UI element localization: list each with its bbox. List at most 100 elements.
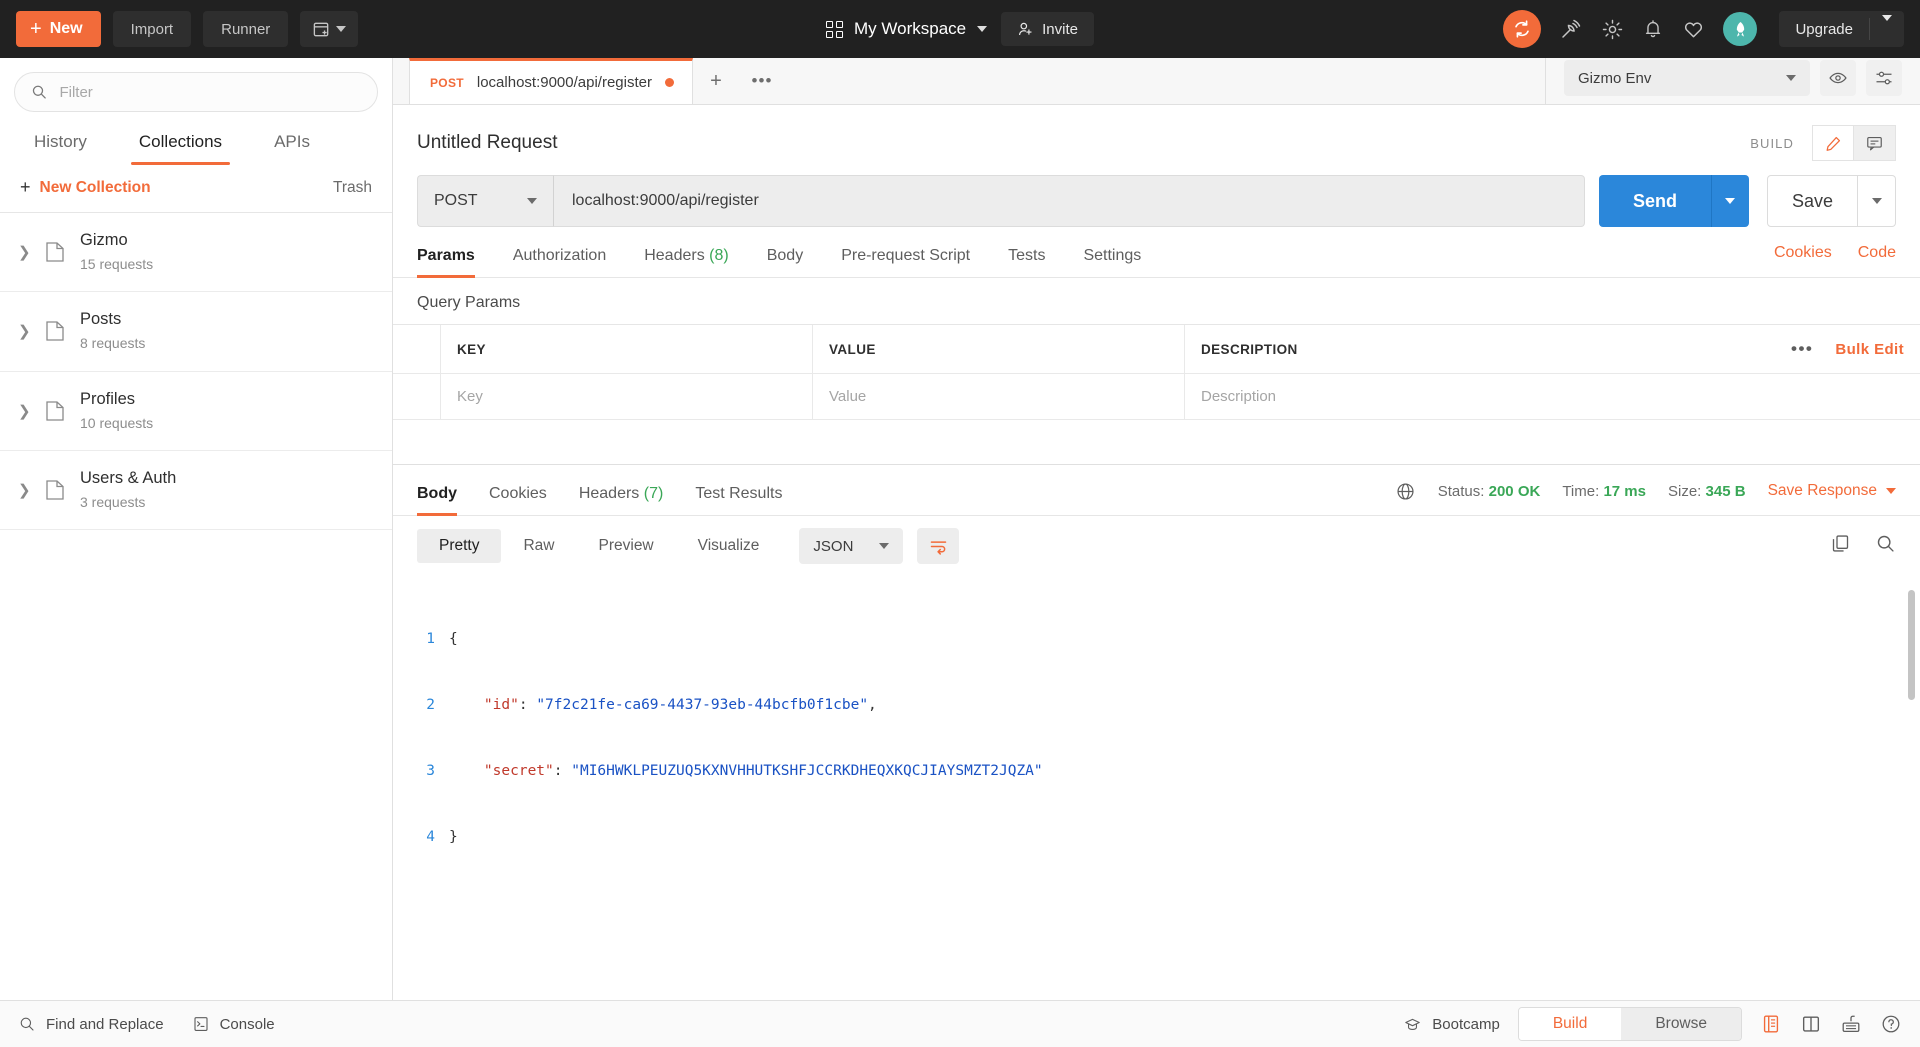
- tab-headers[interactable]: Headers (8): [644, 241, 729, 277]
- chevron-right-icon[interactable]: ❯: [18, 322, 31, 340]
- tab-params[interactable]: Params: [417, 241, 475, 278]
- invite-button[interactable]: Invite: [1001, 12, 1094, 46]
- edit-request-button[interactable]: [1812, 125, 1854, 161]
- upgrade-button[interactable]: Upgrade: [1779, 11, 1904, 47]
- manage-environments-button[interactable]: [1866, 60, 1902, 96]
- collection-text: Gizmo 15 requests: [80, 229, 153, 275]
- globe-icon[interactable]: [1395, 481, 1416, 502]
- collection-item-profiles[interactable]: ❯ Profiles 10 requests: [0, 372, 392, 451]
- param-key-input[interactable]: Key: [441, 374, 813, 419]
- user-avatar[interactable]: [1723, 12, 1758, 46]
- sync-button[interactable]: [1503, 10, 1542, 48]
- sidebar-tab-apis[interactable]: APIs: [248, 122, 336, 165]
- response-scrollbar[interactable]: [1908, 590, 1915, 700]
- tab-settings[interactable]: Settings: [1083, 241, 1141, 277]
- response-tab-test-results[interactable]: Test Results: [695, 479, 782, 515]
- request-tab-strip: POST localhost:9000/api/register + ••• G…: [393, 58, 1920, 105]
- chevron-down-icon: [527, 198, 537, 204]
- console-button[interactable]: Console: [192, 1015, 275, 1033]
- sync-icon: [1515, 20, 1530, 38]
- tab-pre-request-script[interactable]: Pre-request Script: [841, 241, 970, 277]
- chevron-right-icon[interactable]: ❯: [18, 481, 31, 499]
- runner-button[interactable]: Runner: [203, 11, 289, 47]
- response-tab-body[interactable]: Body: [417, 479, 457, 516]
- format-raw-button[interactable]: Raw: [501, 529, 576, 563]
- new-button[interactable]: + New: [16, 11, 101, 47]
- filter-input[interactable]: [59, 83, 361, 101]
- environment-quick-look-button[interactable]: [1820, 60, 1856, 96]
- row-checkbox-cell[interactable]: [393, 374, 441, 419]
- two-pane-layout-button[interactable]: [1760, 1013, 1782, 1035]
- save-button[interactable]: Save: [1766, 175, 1858, 227]
- chevron-down-icon: [1882, 14, 1892, 38]
- tab-tests[interactable]: Tests: [1008, 241, 1045, 277]
- new-collection-button[interactable]: + New Collection: [20, 177, 151, 198]
- new-window-button[interactable]: [300, 11, 359, 47]
- trash-link[interactable]: Trash: [333, 179, 372, 197]
- cookies-link[interactable]: Cookies: [1774, 244, 1832, 262]
- main-area: History Collections APIs + New Collectio…: [0, 58, 1920, 1000]
- copy-button[interactable]: [1830, 533, 1851, 559]
- search-response-button[interactable]: [1875, 533, 1896, 559]
- build-mode-button[interactable]: Build: [1518, 1008, 1622, 1040]
- format-preview-button[interactable]: Preview: [577, 529, 676, 563]
- params-table-actions: ••• Bulk Edit: [1791, 339, 1904, 359]
- notifications-button[interactable]: [1642, 18, 1664, 40]
- filter-box[interactable]: [14, 72, 378, 112]
- collection-item-posts[interactable]: ❯ Posts 8 requests: [0, 292, 392, 372]
- tab-body[interactable]: Body: [767, 241, 803, 277]
- sidebar-tab-collections[interactable]: Collections: [113, 122, 248, 165]
- satellite-button[interactable]: [1559, 17, 1583, 41]
- browse-mode-button[interactable]: Browse: [1621, 1008, 1741, 1040]
- collection-icon: [46, 321, 64, 342]
- param-description-input[interactable]: Description: [1185, 374, 1920, 419]
- bootcamp-button[interactable]: Bootcamp: [1403, 1015, 1500, 1034]
- bulk-edit-link[interactable]: Bulk Edit: [1835, 341, 1904, 358]
- response-tab-cookies[interactable]: Cookies: [489, 479, 547, 515]
- runner-button-label: Runner: [221, 20, 271, 38]
- tab-authorization[interactable]: Authorization: [513, 241, 606, 277]
- params-table-row[interactable]: Key Value Description: [393, 374, 1920, 420]
- collection-name: Profiles: [80, 389, 136, 408]
- split-pane-layout-button[interactable]: [1800, 1013, 1822, 1035]
- tab-options-button[interactable]: •••: [739, 58, 785, 104]
- favorites-button[interactable]: [1682, 18, 1705, 41]
- workspace-selector[interactable]: My Workspace: [826, 19, 988, 39]
- chevron-right-icon[interactable]: ❯: [18, 402, 31, 420]
- sidebar-tab-history[interactable]: History: [8, 122, 113, 165]
- code-link[interactable]: Code: [1858, 244, 1896, 262]
- param-value-input[interactable]: Value: [813, 374, 1185, 419]
- sidebar-tab-label: Collections: [138, 132, 223, 151]
- new-tab-button[interactable]: +: [693, 58, 739, 104]
- response-tab-headers[interactable]: Headers (7): [579, 479, 664, 515]
- upgrade-dropdown[interactable]: [1870, 14, 1904, 38]
- collection-item-gizmo[interactable]: ❯ Gizmo 15 requests: [0, 213, 392, 293]
- help-button[interactable]: [1880, 1013, 1902, 1035]
- environment-selector[interactable]: Gizmo Env: [1564, 60, 1810, 96]
- format-pretty-button[interactable]: Pretty: [417, 529, 502, 563]
- keyboard-shortcuts-button[interactable]: [1840, 1013, 1862, 1035]
- collection-icon: [46, 242, 64, 262]
- heart-icon: [1685, 21, 1703, 37]
- send-button[interactable]: Send: [1598, 175, 1711, 227]
- filter-area: [0, 58, 392, 122]
- collection-item-users-auth[interactable]: ❯ Users & Auth 3 requests: [0, 451, 392, 531]
- request-comments-button[interactable]: [1854, 125, 1896, 161]
- chevron-right-icon[interactable]: ❯: [18, 243, 31, 261]
- find-and-replace-button[interactable]: Find and Replace: [18, 1015, 164, 1033]
- response-code[interactable]: 1 { 2 "id": "7f2c21fe-ca69-4437-93eb-44b…: [393, 576, 1920, 1000]
- request-tab[interactable]: POST localhost:9000/api/register: [409, 58, 693, 104]
- send-options-button[interactable]: [1710, 175, 1749, 227]
- import-button[interactable]: Import: [112, 11, 192, 47]
- params-options-icon[interactable]: •••: [1791, 339, 1813, 359]
- save-response-button[interactable]: Save Response: [1768, 482, 1896, 500]
- console-label: Console: [219, 1015, 275, 1033]
- format-visualize-button[interactable]: Visualize: [676, 529, 782, 563]
- sidebar-tab-label: APIs: [274, 132, 310, 151]
- url-input[interactable]: localhost:9000/api/register: [554, 175, 1585, 227]
- save-options-button[interactable]: [1858, 175, 1896, 227]
- method-selector[interactable]: POST: [417, 175, 554, 227]
- wrap-lines-button[interactable]: [917, 528, 960, 564]
- settings-button[interactable]: [1601, 18, 1624, 41]
- response-language-selector[interactable]: JSON: [799, 528, 904, 564]
